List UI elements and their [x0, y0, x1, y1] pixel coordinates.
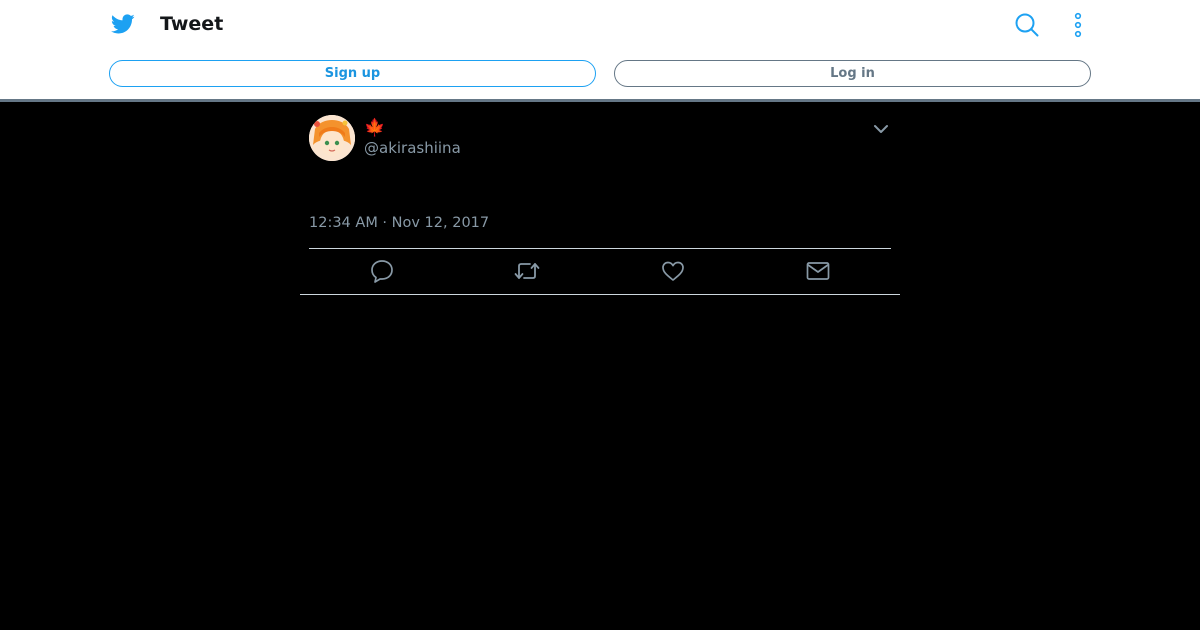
user-handle[interactable]: @akirashiina: [364, 139, 461, 157]
display-name[interactable]: 🍁: [364, 118, 385, 138]
action-bar-top-divider: [309, 248, 891, 249]
heart-icon[interactable]: [660, 258, 686, 284]
tweet-timestamp[interactable]: 12:34 AM · Nov 12, 2017: [309, 215, 489, 231]
action-bar-bottom-divider: [300, 294, 900, 295]
search-icon[interactable]: [1014, 12, 1040, 38]
page-title: Tweet: [160, 13, 224, 35]
retweet-icon[interactable]: [514, 258, 540, 284]
top-navigation-bar: Tweet Sign up Log in: [0, 0, 1200, 99]
log-in-button[interactable]: Log in: [614, 60, 1091, 87]
twitter-bird-icon[interactable]: [110, 12, 136, 36]
chevron-down-icon[interactable]: [872, 120, 890, 138]
envelope-icon[interactable]: [805, 258, 831, 284]
header-divider: [0, 99, 1200, 102]
reply-icon[interactable]: [369, 258, 395, 284]
avatar[interactable]: [309, 115, 355, 161]
sign-up-button[interactable]: Sign up: [109, 60, 596, 87]
more-vertical-icon[interactable]: [1066, 12, 1090, 38]
